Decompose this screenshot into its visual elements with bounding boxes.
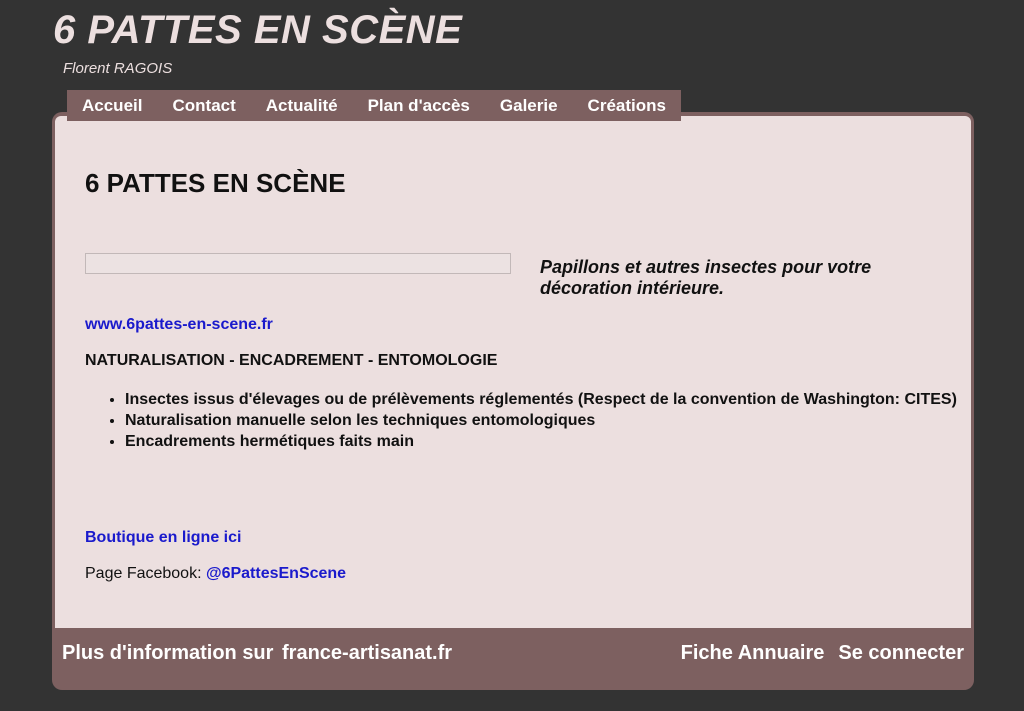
main-content: 6 PATTES EN SCÈNE Papillons et autres in… (55, 116, 971, 628)
nav-item-accueil[interactable]: Accueil (67, 90, 157, 121)
login-link[interactable]: Se connecter (838, 642, 964, 665)
footer-links: Fiche Annuaire Se connecter (678, 642, 964, 665)
website-link[interactable]: www.6pattes-en-scene.fr (85, 316, 273, 334)
list-item: Naturalisation manuelle selon les techni… (125, 410, 965, 431)
tagline: Papillons et autres insectes pour votre … (540, 257, 872, 298)
nav-item-galerie[interactable]: Galerie (485, 90, 573, 121)
facebook-line: Page Facebook: @6PattesEnScene (85, 565, 346, 583)
nav-item-plan-acces[interactable]: Plan d'accès (353, 90, 485, 121)
feature-list: Insectes issus d'élevages ou de prélèvem… (85, 389, 965, 452)
nav-item-creations[interactable]: Créations (573, 90, 681, 121)
footer-info: Plus d'information sur france-artisanat.… (62, 642, 452, 665)
boutique-link[interactable]: Boutique en ligne ici (85, 529, 241, 547)
main-nav: Accueil Contact Actualité Plan d'accès G… (67, 90, 681, 121)
facebook-link[interactable]: @6PattesEnScene (206, 565, 346, 582)
nav-item-contact[interactable]: Contact (157, 90, 250, 121)
services-line: NATURALISATION - ENCADREMENT - ENTOMOLOG… (85, 352, 498, 369)
list-item: Encadrements hermétiques faits main (125, 431, 965, 452)
site-subtitle: Florent RAGOIS (63, 60, 173, 77)
image-placeholder (85, 253, 511, 274)
facebook-label: Page Facebook: (85, 565, 206, 582)
nav-item-actualite[interactable]: Actualité (251, 90, 353, 121)
list-item: Insectes issus d'élevages ou de prélèvem… (125, 389, 965, 410)
footer-info-prefix: Plus d'information sur (62, 642, 274, 664)
france-artisanat-link[interactable]: france-artisanat.fr (282, 642, 452, 664)
page-title: 6 PATTES EN SCÈNE (85, 168, 346, 198)
directory-link[interactable]: Fiche Annuaire (681, 642, 825, 665)
site-title: 6 PATTES EN SCÈNE (53, 8, 463, 52)
